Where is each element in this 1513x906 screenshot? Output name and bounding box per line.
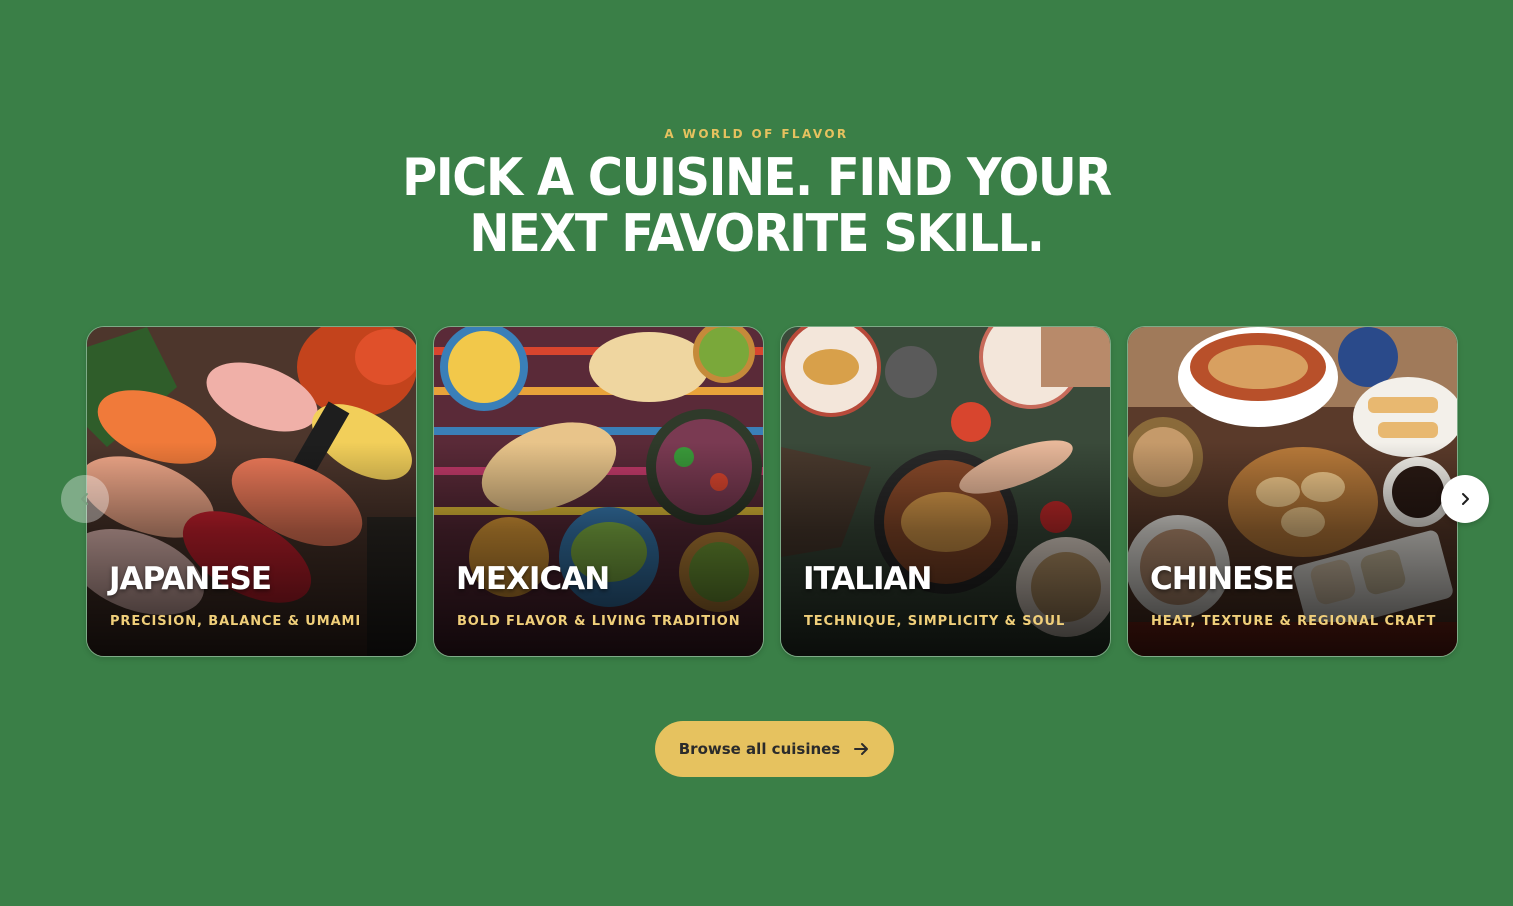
carousel-prev-button[interactable] bbox=[61, 475, 109, 523]
chevron-left-icon bbox=[81, 493, 88, 505]
section-title: PICK A CUISINE. FIND YOUR NEXT FAVORITE … bbox=[61, 150, 1453, 262]
cuisine-tagline: TECHNIQUE, SIMPLICITY & SOUL bbox=[804, 614, 1066, 629]
cuisine-card-mexican[interactable]: MEXICAN BOLD FLAVOR & LIVING TRADITION bbox=[433, 326, 764, 657]
cuisine-card-chinese[interactable]: CHINESE HEAT, TEXTURE & REGIONAL CRAFT bbox=[1127, 326, 1458, 657]
cuisine-name: ITALIAN bbox=[803, 561, 932, 597]
arrow-right-icon bbox=[854, 743, 869, 755]
cuisine-name: JAPANESE bbox=[109, 561, 272, 597]
browse-all-cuisines-label: Browse all cuisines bbox=[678, 740, 841, 758]
cuisine-card-japanese[interactable]: JAPANESE PRECISION, BALANCE & UMAMI bbox=[86, 326, 417, 657]
cuisine-name: CHINESE bbox=[1150, 561, 1295, 597]
cuisine-name: MEXICAN bbox=[456, 561, 610, 597]
section-title-line-1: PICK A CUISINE. FIND YOUR bbox=[402, 148, 1112, 208]
section-title-line-2: NEXT FAVORITE SKILL. bbox=[469, 204, 1045, 264]
cuisine-tagline: BOLD FLAVOR & LIVING TRADITION bbox=[457, 614, 741, 629]
cuisine-carousel: JAPANESE PRECISION, BALANCE & UMAMI MEXI… bbox=[86, 326, 1458, 657]
cuisine-card-italian[interactable]: ITALIAN TECHNIQUE, SIMPLICITY & SOUL bbox=[780, 326, 1111, 657]
cuisine-tagline: HEAT, TEXTURE & REGIONAL CRAFT bbox=[1151, 614, 1437, 629]
section-eyebrow: A WORLD OF FLAVOR bbox=[664, 127, 849, 141]
cuisine-section: A WORLD OF FLAVOR PICK A CUISINE. FIND Y… bbox=[0, 0, 1513, 906]
chevron-right-icon bbox=[1462, 493, 1469, 505]
cuisine-tagline: PRECISION, BALANCE & UMAMI bbox=[110, 614, 362, 629]
carousel-next-button[interactable] bbox=[1441, 475, 1489, 523]
browse-all-cuisines-button[interactable]: Browse all cuisines bbox=[655, 721, 894, 777]
